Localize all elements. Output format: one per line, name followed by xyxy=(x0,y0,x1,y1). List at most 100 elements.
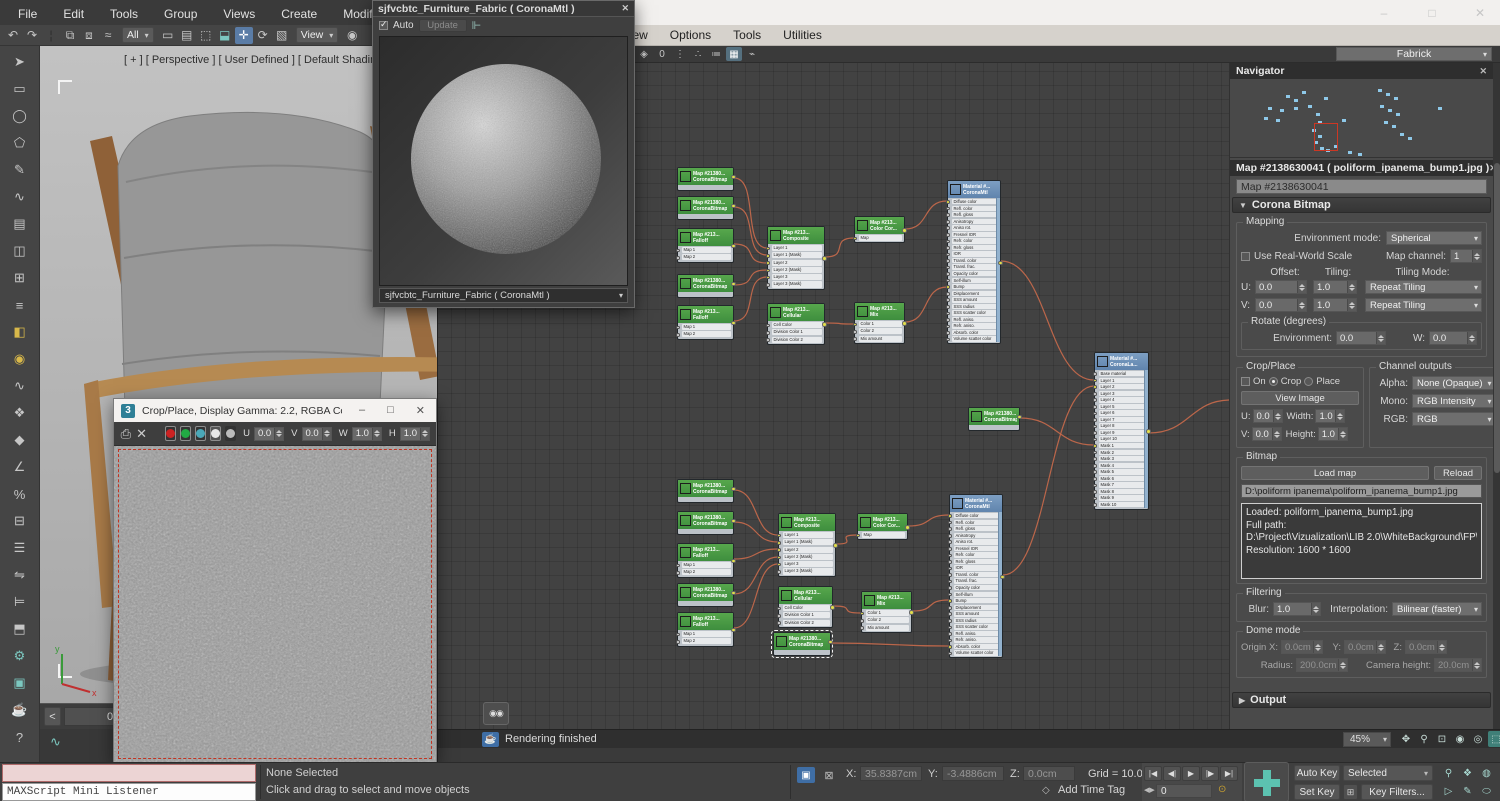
material-id-icon[interactable]: 0 xyxy=(654,47,670,61)
input-socket-icon[interactable] xyxy=(946,318,950,322)
output-socket-icon[interactable] xyxy=(822,322,827,327)
environment-mode-dropdown[interactable]: Spherical xyxy=(1386,231,1482,245)
input-socket-icon[interactable] xyxy=(676,640,680,644)
node-slot[interactable]: Color 2 xyxy=(855,328,904,335)
mirror-tool-icon[interactable]: ⇋ xyxy=(7,563,33,587)
input-socket-icon[interactable] xyxy=(1093,425,1097,429)
output-socket-icon[interactable] xyxy=(1017,415,1022,420)
align-nodes-icon[interactable]: ∴ xyxy=(690,47,706,61)
node-header[interactable]: Map #213...Composite xyxy=(779,514,835,531)
rectangular-selection-icon[interactable]: ⬚ xyxy=(197,27,215,44)
crop-w-field[interactable]: 1.0 xyxy=(352,427,382,441)
crop-height-spinner[interactable]: 1.0 xyxy=(1318,427,1348,441)
input-socket-icon[interactable] xyxy=(853,323,857,327)
select-tool-icon[interactable]: ◈ xyxy=(636,47,652,61)
add-time-tag[interactable]: Add Time Tag xyxy=(1058,784,1125,796)
curve-editor-icon[interactable]: ∿ xyxy=(7,374,33,398)
maximize-button[interactable]: □ xyxy=(387,404,394,417)
output-socket-icon[interactable] xyxy=(731,175,736,180)
v-offset-spinner[interactable]: 0.0 xyxy=(1255,298,1307,312)
select-and-scale-icon[interactable]: ▧ xyxy=(273,27,291,44)
close-icon[interactable]: ✕ xyxy=(1479,66,1487,77)
frame-step-icon[interactable]: ◀▶ xyxy=(1144,786,1155,794)
node-slot[interactable]: Cell Color xyxy=(779,605,832,612)
node-slot[interactable]: Map 1 xyxy=(678,324,733,331)
input-socket-icon[interactable] xyxy=(948,534,952,538)
node-coronala[interactable]: Material #...CoronaLa...Base materialLay… xyxy=(1094,352,1149,510)
input-socket-icon[interactable] xyxy=(1093,490,1097,494)
node-header[interactable]: Map #213...Color Cor... xyxy=(858,514,907,531)
output-socket-icon[interactable] xyxy=(998,261,1003,266)
input-socket-icon[interactable] xyxy=(777,541,781,545)
navigator-header[interactable]: Navigator✕ xyxy=(1230,63,1493,79)
input-socket-icon[interactable] xyxy=(1093,484,1097,488)
parameter-header[interactable]: Map #2138630041 ( poliform_ipanema_bump1… xyxy=(1230,160,1493,176)
new-key-settings-icon[interactable]: ⊞ xyxy=(1343,784,1358,800)
bind-to-space-warp-icon[interactable]: ≈ xyxy=(99,27,117,44)
input-socket-icon[interactable] xyxy=(948,652,952,656)
spinner-snap-icon[interactable]: ⊟ xyxy=(7,509,33,533)
input-socket-icon[interactable] xyxy=(946,325,950,329)
input-socket-icon[interactable] xyxy=(948,599,952,603)
input-socket-icon[interactable] xyxy=(946,292,950,296)
y-coordinate-field[interactable]: -3.4886cm xyxy=(942,766,1004,781)
input-socket-icon[interactable] xyxy=(946,240,950,244)
pencil-icon[interactable]: ✎ xyxy=(7,158,33,182)
preview-material-dropdown[interactable]: sjfvcbtc_Furniture_Fabric ( CoronaMtl ) xyxy=(379,288,628,303)
output-socket-icon[interactable] xyxy=(1146,429,1151,434)
align-tool-icon[interactable]: ⊨ xyxy=(7,590,33,614)
slate-menu-item[interactable]: Options xyxy=(661,26,720,44)
node-coronamtl[interactable]: Material #...CoronaMtlDiffuse colorRefl.… xyxy=(947,180,1001,344)
mono-output-dropdown[interactable]: RGB Intensity xyxy=(1412,394,1493,408)
auto-key-button[interactable]: Auto Key xyxy=(1294,765,1340,781)
set-key-button[interactable]: Set Key xyxy=(1294,784,1340,800)
output-socket-icon[interactable] xyxy=(731,559,736,564)
output-socket-icon[interactable] xyxy=(902,321,907,326)
input-socket-icon[interactable] xyxy=(766,276,770,280)
crop-width-spinner[interactable]: 1.0 xyxy=(1315,409,1345,423)
input-socket-icon[interactable] xyxy=(946,220,950,224)
output-socket-icon[interactable] xyxy=(905,525,910,530)
select-and-move-icon[interactable]: ✛ xyxy=(235,27,253,44)
input-socket-icon[interactable] xyxy=(860,612,864,616)
input-socket-icon[interactable] xyxy=(946,331,950,335)
input-socket-icon[interactable] xyxy=(948,586,952,590)
node-composite[interactable]: Map #213...CompositeLayer 1Layer 1 (Mask… xyxy=(767,226,825,290)
crop-radio[interactable] xyxy=(1269,377,1278,386)
node-slot[interactable]: Layer 3 xyxy=(768,274,824,281)
mono-channel-button[interactable] xyxy=(210,426,221,441)
node-slot[interactable]: Mix amount xyxy=(862,625,911,632)
output-socket-icon[interactable] xyxy=(731,244,736,249)
maximize-node-view-icon[interactable]: ⬚ xyxy=(1488,731,1500,747)
radius-spinner[interactable]: 200.0cm xyxy=(1296,658,1348,672)
input-socket-icon[interactable] xyxy=(1093,503,1097,507)
save-image-icon[interactable]: ⎙ xyxy=(120,426,132,442)
toolbox-icon[interactable]: ⬒ xyxy=(7,617,33,641)
node-slot[interactable]: Layer 1 (Mask) xyxy=(779,539,835,546)
input-socket-icon[interactable] xyxy=(948,593,952,597)
use-real-world-scale-checkbox[interactable] xyxy=(1241,252,1250,261)
input-socket-icon[interactable] xyxy=(1093,418,1097,422)
node-header[interactable]: Map #213...Falloff xyxy=(678,306,733,323)
input-socket-icon[interactable] xyxy=(948,527,952,531)
render-teapot-icon[interactable]: ☕ xyxy=(482,732,499,747)
node-slot[interactable]: Layer 2 xyxy=(768,260,824,267)
key-mode-icon[interactable]: ⊙ xyxy=(1218,784,1226,795)
node-coronabitmap[interactable]: Map #21380...CoronaBitmap xyxy=(677,167,734,191)
input-socket-icon[interactable] xyxy=(946,226,950,230)
schematic-view-icon[interactable]: ❖ xyxy=(7,401,33,425)
pick-material-from-object-icon[interactable]: ⌁ xyxy=(744,47,760,61)
array-icon[interactable]: ⊞ xyxy=(7,266,33,290)
input-socket-icon[interactable] xyxy=(860,626,864,630)
node-slot[interactable]: Map 2 xyxy=(678,331,733,338)
node-header[interactable]: Map #21380...CoronaBitmap xyxy=(678,584,733,601)
input-socket-icon[interactable] xyxy=(676,571,680,575)
interpolation-dropdown[interactable]: Bilinear (faster) xyxy=(1392,602,1482,616)
node-coronabitmap[interactable]: Map #21380...CoronaBitmap xyxy=(677,511,734,535)
material-editor-icon[interactable]: ◉ xyxy=(7,347,33,371)
maximize-button[interactable]: □ xyxy=(1423,4,1441,21)
input-socket-icon[interactable] xyxy=(856,534,860,538)
input-socket-icon[interactable] xyxy=(777,607,781,611)
input-socket-icon[interactable] xyxy=(766,269,770,273)
play-icon[interactable]: ▶ xyxy=(1182,766,1200,781)
